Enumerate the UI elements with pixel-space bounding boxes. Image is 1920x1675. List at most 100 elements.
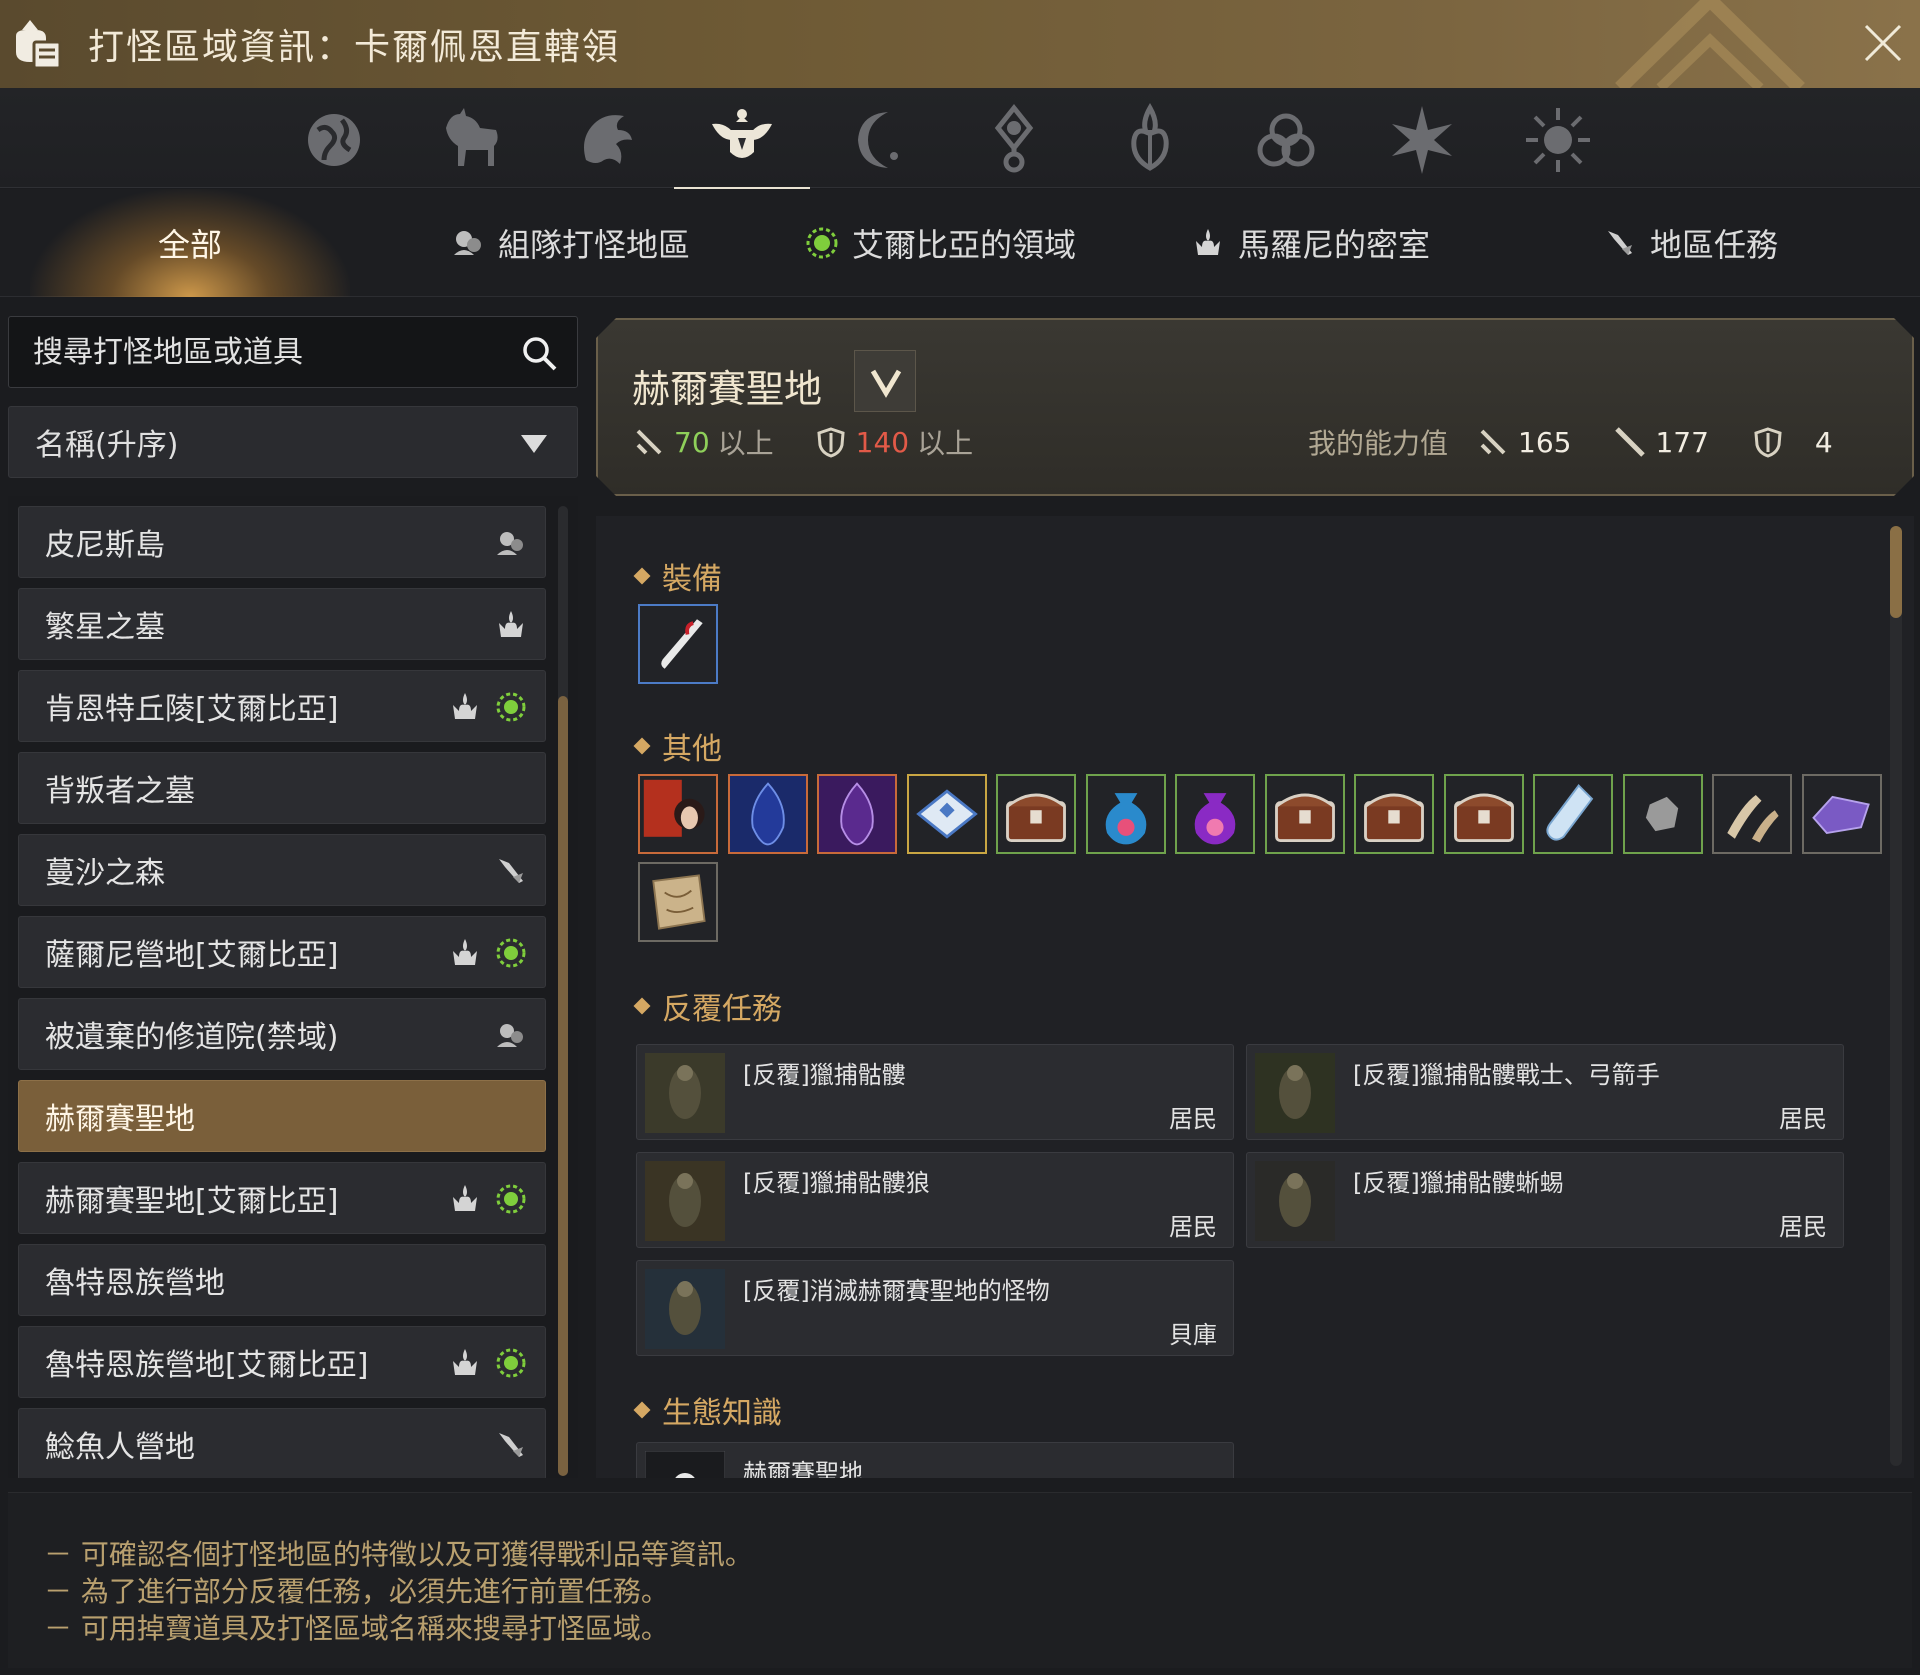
drop-item-slot[interactable]: [638, 862, 718, 942]
region-tab-orb[interactable]: [946, 94, 1082, 186]
drop-item-slot[interactable]: [1264, 774, 1345, 854]
zone-list-item[interactable]: 肯恩特丘陵[艾爾比亞]: [18, 670, 546, 742]
shield-icon: [814, 425, 848, 459]
help-footer: － 可確認各個打怪地區的特徵以及可獲得戰利品等資訊。 － 為了進行部分反覆任務，必…: [8, 1492, 1912, 1668]
repeat-quest-card[interactable]: [反覆]消滅赫爾賽聖地的怪物 貝庫: [636, 1260, 1234, 1356]
drop-item-slot[interactable]: [1085, 774, 1166, 854]
quest-giver-type: 居民: [1169, 1105, 1217, 1133]
help-text-line: － 可用掉寶道具及打怪區域名稱來搜尋打怪區域。: [44, 1612, 669, 1645]
repeat-quest-card[interactable]: [反覆]獵捕骷髏蜥蜴 居民: [1246, 1152, 1844, 1248]
quest-monster-thumbnail: [645, 1053, 725, 1133]
sword-icon: [1476, 425, 1510, 459]
repeat-quest-card[interactable]: [反覆]獵捕骷髏狼 居民: [636, 1152, 1234, 1248]
quest-name: [反覆]獵捕骷髏狼: [743, 1169, 930, 1197]
sun-icon: [1526, 108, 1590, 172]
region-tab-triquetra[interactable]: [1218, 94, 1354, 186]
section-other: 其他: [633, 724, 722, 768]
zone-tags: [493, 1427, 529, 1463]
drop-item-slot[interactable]: [1801, 774, 1882, 854]
quest-monster-thumbnail: [1255, 1053, 1335, 1133]
zone-list-item[interactable]: 被遺棄的修道院(禁域): [18, 998, 546, 1070]
zone-list-item[interactable]: 蔓沙之森: [18, 834, 546, 906]
zone-list-item[interactable]: 皮尼斯島: [18, 506, 546, 578]
tab-marni-room[interactable]: 馬羅尼的密室: [1180, 189, 1440, 297]
search-icon[interactable]: [519, 333, 559, 373]
search-input[interactable]: [33, 327, 503, 377]
zone-variant-dropdown[interactable]: [854, 350, 916, 412]
required-stats: 70 以上 140 以上: [632, 422, 973, 462]
zone-list-item[interactable]: 繁星之墓: [18, 588, 546, 660]
drop-item-slot[interactable]: [906, 774, 987, 854]
drop-item-slot[interactable]: [1175, 774, 1255, 854]
green-sun-icon: [806, 227, 838, 259]
zone-list-item[interactable]: 背叛者之墓: [18, 752, 546, 824]
tab-area-quests[interactable]: 地區任務: [1580, 189, 1800, 297]
chevron-down-icon: [521, 435, 547, 453]
tab-elvia-realm-label: 艾爾比亞的領域: [851, 226, 1076, 264]
zone-list-scrollbar[interactable]: [558, 696, 568, 1476]
window-title: 打怪區域資訊：卡爾佩恩直轄領: [88, 27, 621, 68]
quest-giver-type: 貝庫: [1169, 1321, 1217, 1349]
region-tab-globe[interactable]: [266, 94, 402, 186]
zone-list-item[interactable]: 薩爾尼營地[艾爾比亞]: [18, 916, 546, 988]
zone-name: 鯰魚人營地: [45, 1430, 195, 1465]
region-tab-winged-crest[interactable]: [674, 94, 810, 192]
zone-tags: [447, 689, 529, 725]
section-other-title: 其他: [662, 732, 722, 767]
tab-elvia-realm[interactable]: 艾爾比亞的領域: [790, 189, 1090, 297]
tab-all[interactable]: 全部: [30, 189, 350, 297]
app-menu-icon[interactable]: [8, 12, 66, 72]
drop-item-slot[interactable]: [1712, 774, 1792, 854]
party-icon: [497, 1024, 523, 1047]
repeat-quest-card[interactable]: [反覆]獵捕骷髏戰士、弓箭手 居民: [1246, 1044, 1844, 1140]
drop-item-slot[interactable]: [638, 774, 718, 854]
treasure-chest-icon: [998, 776, 1074, 852]
region-tab-star[interactable]: [1354, 94, 1490, 186]
category-tab-bar: 全部 組隊打怪地區 艾爾比亞的領域 馬羅尼的密室 地區任務: [0, 189, 1920, 297]
drop-item-slot[interactable]: [817, 774, 897, 854]
help-text-line: － 可確認各個打怪地區的特徵以及可獲得戰利品等資訊。: [44, 1538, 753, 1571]
zone-name: 背叛者之墓: [45, 774, 195, 809]
drop-item-slot[interactable]: [638, 604, 718, 684]
drop-item-slot[interactable]: [727, 774, 808, 854]
drop-item-slot[interactable]: [996, 774, 1076, 854]
tab-party-zones[interactable]: 組隊打怪地區: [420, 189, 720, 297]
repeat-quest-card[interactable]: [反覆]獵捕骷髏 居民: [636, 1044, 1234, 1140]
drop-item-slot[interactable]: [1443, 774, 1524, 854]
chevron-down-icon: [855, 351, 917, 413]
quest-arrow-icon: [499, 859, 523, 883]
help-text-line: － 為了進行部分反覆任務，必須先進行前置任務。: [44, 1575, 669, 1608]
zone-tags: [447, 1181, 529, 1217]
drop-item-slot[interactable]: [1533, 774, 1613, 854]
zone-list-item[interactable]: 赫爾賽聖地[艾爾比亞]: [18, 1162, 546, 1234]
drops-scrollbar[interactable]: [1890, 526, 1902, 618]
sort-dropdown[interactable]: 名稱(升序): [8, 406, 578, 478]
region-tab-horse[interactable]: [402, 94, 538, 186]
zone-list-item[interactable]: 魯特恩族營地: [18, 1244, 546, 1316]
crown-flame-icon: [1195, 229, 1220, 255]
ecology-name: 赫爾賽聖地: [743, 1459, 863, 1478]
region-tab-dragon[interactable]: [538, 94, 674, 186]
close-icon[interactable]: [1860, 20, 1906, 66]
drops-scrollbar-track: [1890, 526, 1902, 1466]
zone-list-item[interactable]: 魯特恩族營地[艾爾比亞]: [18, 1326, 546, 1398]
drop-item-slot[interactable]: [1622, 774, 1703, 854]
tab-all-label: 全部: [157, 226, 222, 264]
tab-party-zones-label: 組隊打怪地區: [497, 226, 690, 264]
crescent-moon-icon: [858, 112, 898, 168]
zone-list-item-selected[interactable]: 赫爾賽聖地: [18, 1080, 546, 1152]
ecology-knowledge-card[interactable]: 赫爾賽聖地: [636, 1442, 1234, 1478]
zone-tags: [447, 1345, 529, 1381]
zone-title: 赫爾賽聖地: [632, 367, 823, 411]
star-burst-icon: [1392, 106, 1452, 174]
region-tab-flame[interactable]: [1082, 94, 1218, 186]
party-icon: [497, 532, 523, 555]
region-tab-moon[interactable]: [810, 94, 946, 186]
diamond-bullet-icon: [633, 737, 651, 755]
zone-list-item[interactable]: 鯰魚人營地: [18, 1408, 546, 1478]
region-tab-sun[interactable]: [1490, 94, 1626, 186]
purple-crystal-icon: [819, 776, 895, 852]
section-repeat-quests-title: 反覆任務: [662, 992, 782, 1027]
green-sun-icon: [496, 938, 526, 968]
drop-item-slot[interactable]: [1354, 774, 1434, 854]
